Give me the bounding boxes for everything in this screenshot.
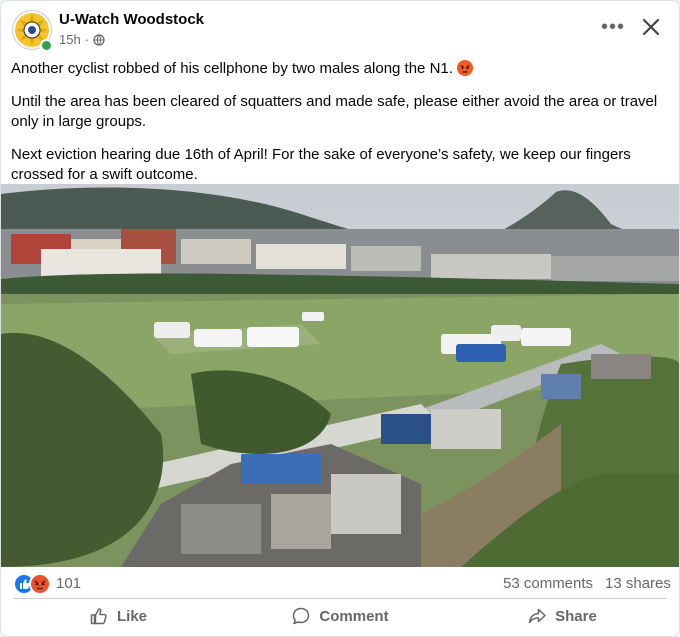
post-time[interactable]: 15h xyxy=(59,32,81,47)
post-card: U-Watch Woodstock 15h · ••• Another cycl… xyxy=(0,0,680,637)
post-paragraph: Until the area has been cleared of squat… xyxy=(11,93,658,130)
thumbs-up-icon xyxy=(90,608,107,625)
post-photo[interactable] xyxy=(1,184,679,567)
more-options-icon[interactable]: ••• xyxy=(599,13,627,41)
post-paragraph: Next eviction hearing due 16th of April!… xyxy=(11,146,631,183)
comment-label: Comment xyxy=(319,607,389,625)
post-text: Another cyclist robbed of his cellphone … xyxy=(11,59,661,198)
photo-scene xyxy=(1,184,679,567)
comment-icon xyxy=(293,607,310,625)
reactions-bar: 101 53 comments 13 shares xyxy=(1,569,679,597)
post-meta: 15h · xyxy=(59,32,105,47)
globe-icon xyxy=(93,33,105,46)
comments-count[interactable]: 53 comments xyxy=(503,575,593,592)
angry-reaction-icon[interactable] xyxy=(29,573,51,595)
angry-face-emoji xyxy=(457,60,474,76)
share-button[interactable]: Share xyxy=(457,599,667,633)
post-actions: Like Comment Share xyxy=(1,599,679,635)
like-label: Like xyxy=(116,607,147,625)
online-indicator xyxy=(40,39,53,52)
share-icon xyxy=(528,608,546,624)
close-icon[interactable] xyxy=(637,13,665,41)
reaction-count[interactable]: 101 xyxy=(56,575,81,592)
post-header: U-Watch Woodstock 15h · ••• xyxy=(1,1,679,55)
post-paragraph: Another cyclist robbed of his cellphone … xyxy=(11,60,453,77)
comment-button[interactable]: Comment xyxy=(235,599,445,633)
like-button[interactable]: Like xyxy=(13,599,223,633)
page-name[interactable]: U-Watch Woodstock xyxy=(59,11,204,28)
shares-count[interactable]: 13 shares xyxy=(605,575,671,592)
share-label: Share xyxy=(555,607,597,625)
